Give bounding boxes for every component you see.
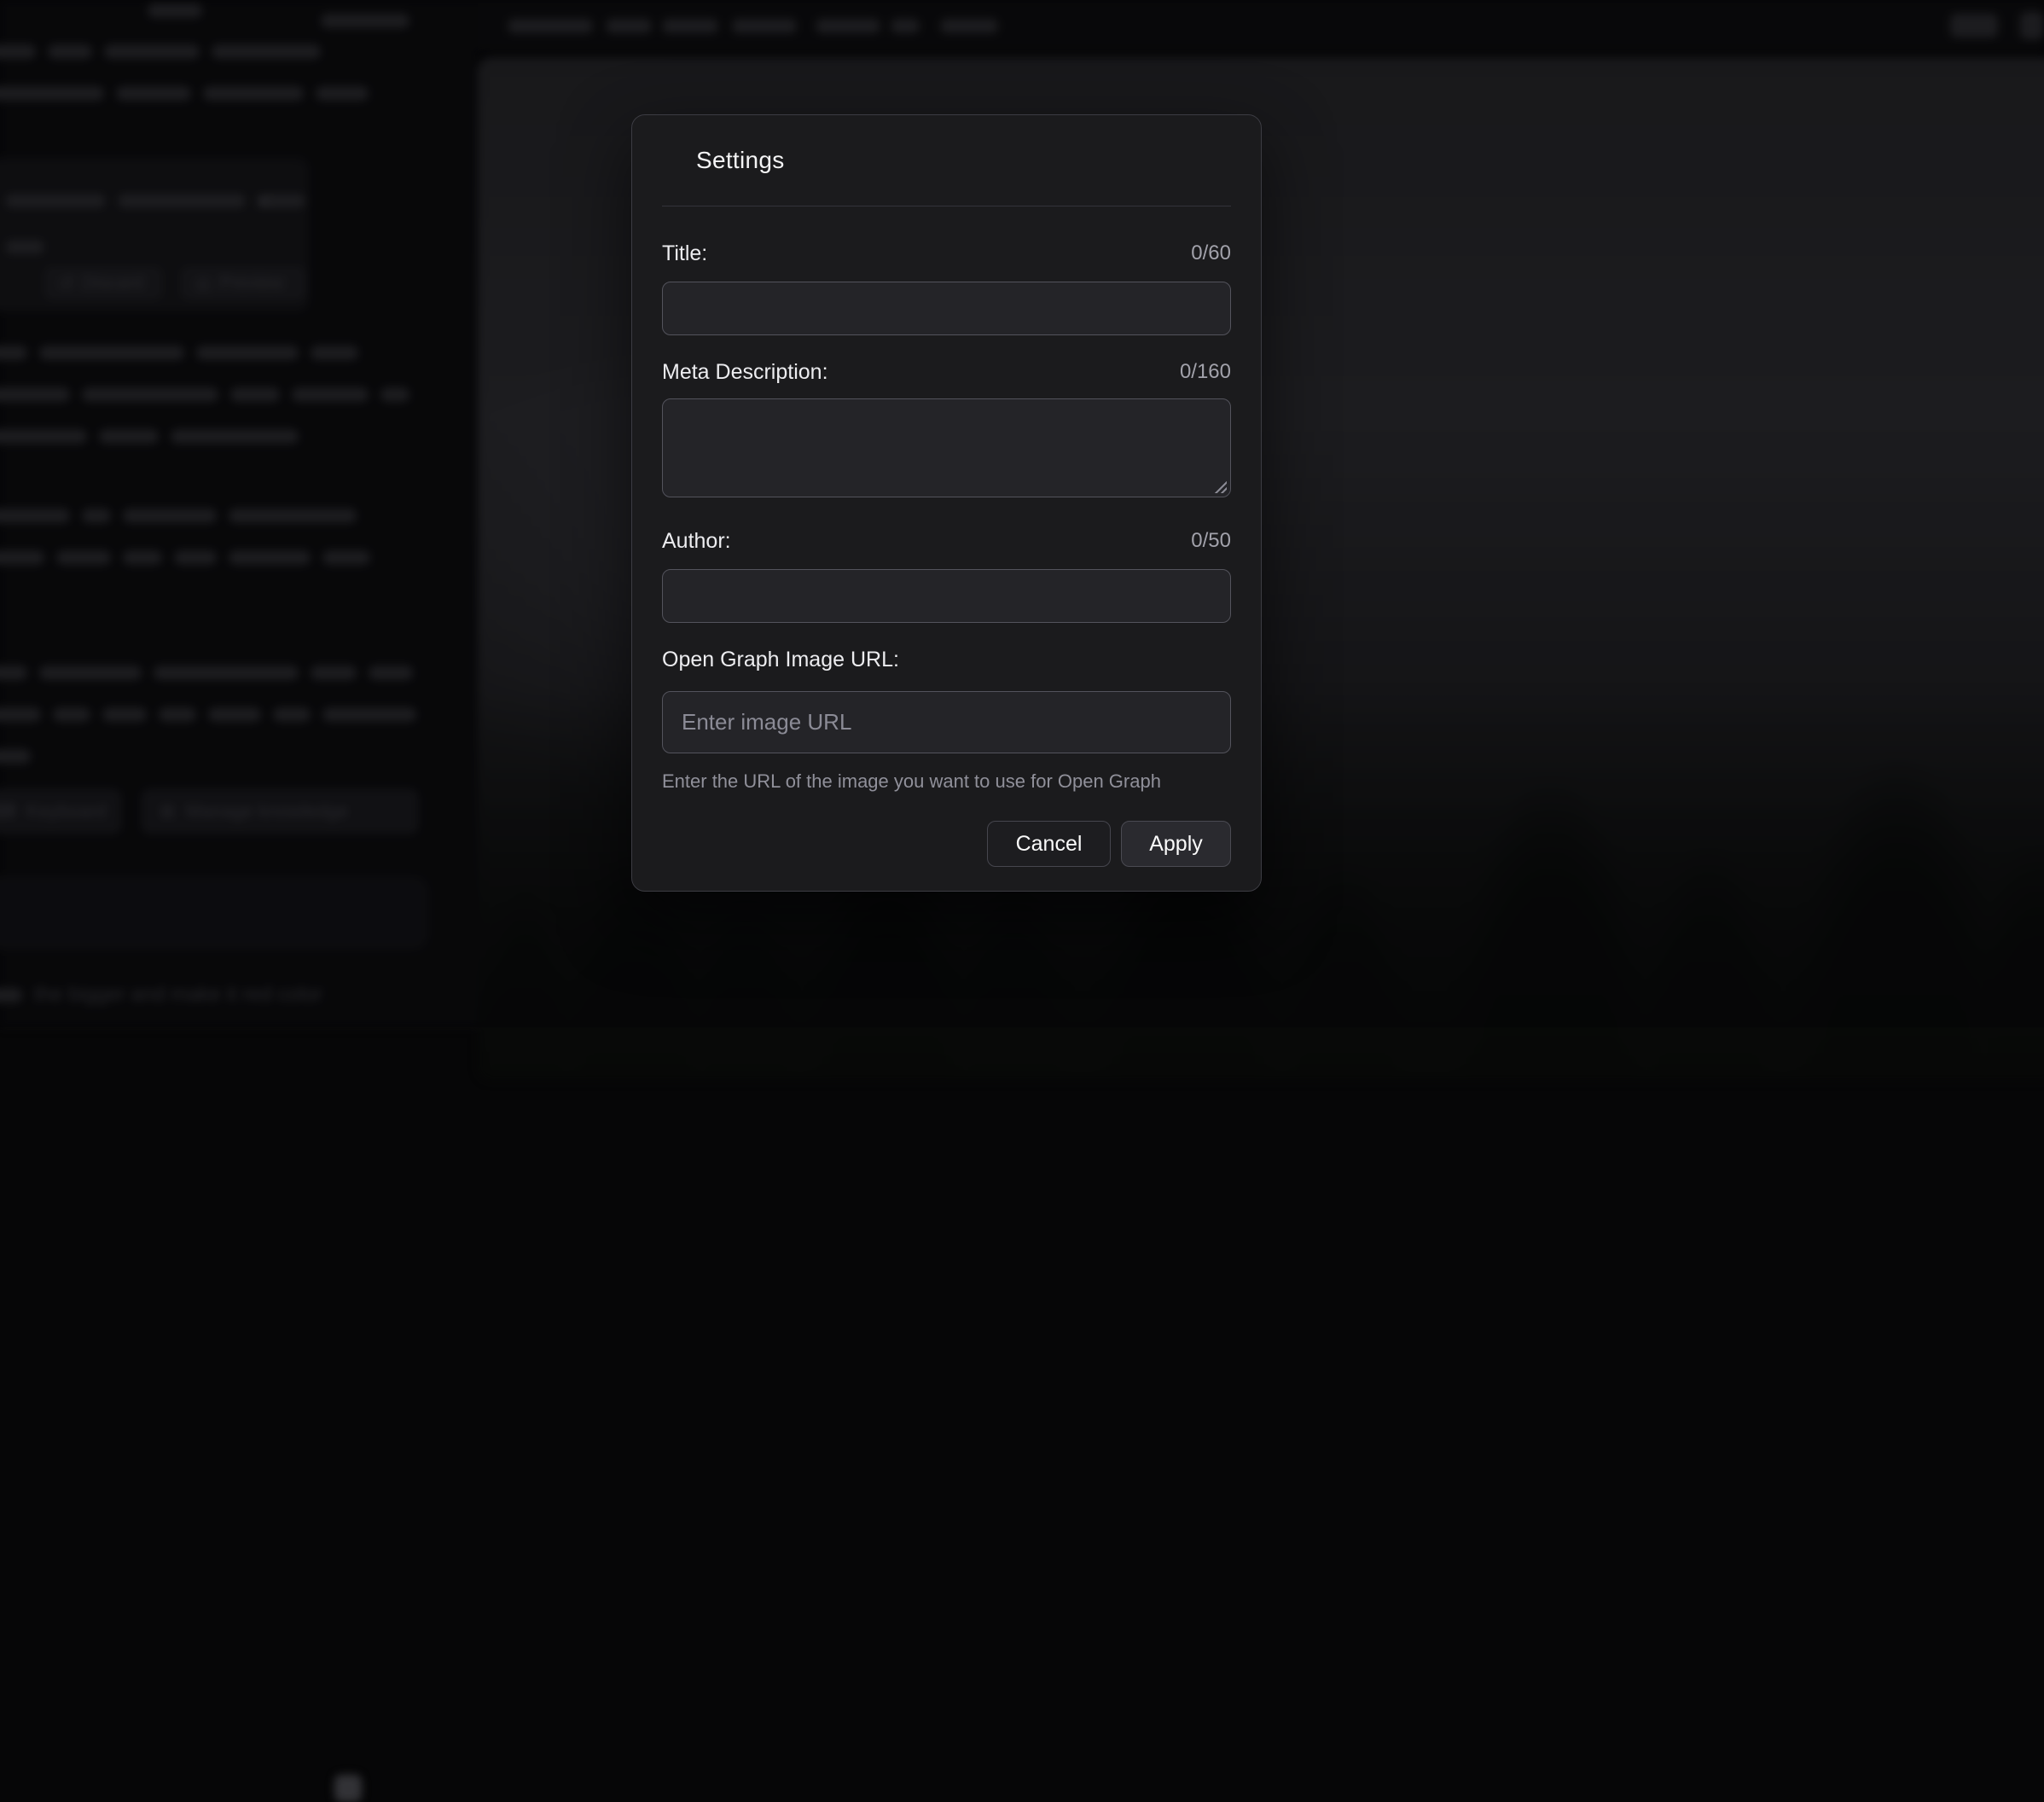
title-input[interactable] [662, 282, 1231, 335]
settings-dialog: Settings Title: 0/60 Meta Description: 0… [631, 114, 1262, 892]
meta-description-counter: 0/160 [1180, 360, 1231, 384]
dialog-title: Settings [662, 115, 1231, 206]
og-image-helper-text: Enter the URL of the image you want to u… [662, 770, 1231, 793]
meta-description-label: Meta Description: [662, 360, 828, 385]
author-field-header: Author: 0/50 [662, 528, 1231, 554]
author-counter: 0/50 [1191, 529, 1231, 553]
dialog-actions: Cancel Apply [662, 821, 1231, 867]
cancel-button[interactable]: Cancel [987, 821, 1111, 867]
meta-description-textarea[interactable] [662, 398, 1231, 497]
og-image-url-input[interactable] [662, 691, 1231, 753]
meta-description-field-header: Meta Description: 0/160 [662, 359, 1231, 385]
title-label: Title: [662, 241, 707, 266]
title-counter: 0/60 [1191, 241, 1231, 265]
og-image-field-header: Open Graph Image URL: [662, 647, 1231, 672]
send-button[interactable] [334, 1775, 362, 1802]
author-label: Author: [662, 529, 731, 554]
og-image-url-label: Open Graph Image URL: [662, 648, 899, 672]
apply-button[interactable]: Apply [1121, 821, 1231, 867]
author-input[interactable] [662, 569, 1231, 623]
title-field-header: Title: 0/60 [662, 241, 1231, 266]
